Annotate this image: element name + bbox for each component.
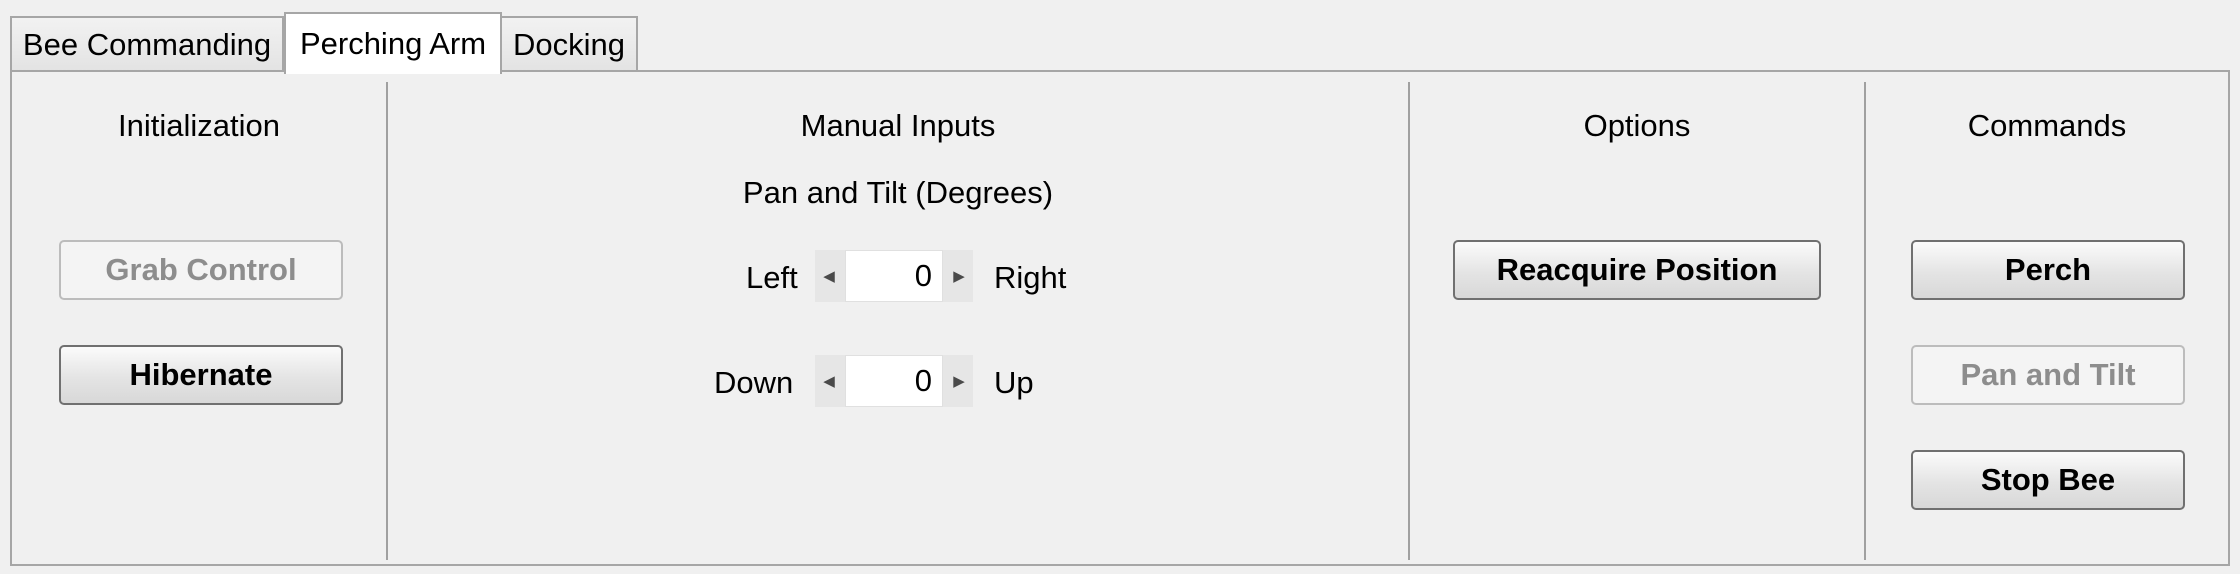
section-divider bbox=[1408, 82, 1410, 560]
pan-right-label: Right bbox=[994, 260, 1067, 295]
reacquire-position-button[interactable]: Reacquire Position bbox=[1453, 240, 1821, 300]
arrow-right-icon[interactable]: ▶ bbox=[945, 355, 973, 407]
tab-bee-commanding[interactable]: Bee Commanding bbox=[10, 16, 284, 71]
pan-and-tilt-button[interactable]: Pan and Tilt bbox=[1911, 345, 2185, 405]
arrow-left-icon[interactable]: ◀ bbox=[815, 250, 843, 302]
tilt-spinner: ◀ ▶ bbox=[815, 355, 973, 407]
initialization-title: Initialization bbox=[118, 108, 280, 143]
arrow-right-icon[interactable]: ▶ bbox=[945, 250, 973, 302]
tab-docking[interactable]: Docking bbox=[500, 16, 638, 71]
tilt-input[interactable] bbox=[845, 355, 943, 407]
hibernate-button[interactable]: Hibernate bbox=[59, 345, 343, 405]
perching-arm-window: Bee Commanding Perching Arm Docking Init… bbox=[0, 0, 2240, 574]
pan-input[interactable] bbox=[845, 250, 943, 302]
pan-tilt-degrees-label: Pan and Tilt (Degrees) bbox=[742, 175, 1054, 210]
perch-button[interactable]: Perch bbox=[1911, 240, 2185, 300]
tab-perching-arm[interactable]: Perching Arm bbox=[284, 12, 502, 74]
tilt-up-label: Up bbox=[994, 365, 1034, 400]
stop-bee-button[interactable]: Stop Bee bbox=[1911, 450, 2185, 510]
options-title: Options bbox=[1583, 108, 1691, 143]
manual-inputs-title: Manual Inputs bbox=[800, 108, 996, 143]
perching-arm-panel: Initialization Grab Control Hibernate Ma… bbox=[10, 70, 2230, 566]
grab-control-button[interactable]: Grab Control bbox=[59, 240, 343, 300]
tab-bar: Bee Commanding Perching Arm Docking bbox=[10, 10, 2230, 74]
arrow-left-icon[interactable]: ◀ bbox=[815, 355, 843, 407]
tilt-down-label: Down bbox=[714, 365, 794, 400]
pan-spinner: ◀ ▶ bbox=[815, 250, 973, 302]
section-divider bbox=[386, 82, 388, 560]
commands-title: Commands bbox=[1967, 108, 2127, 143]
pan-left-label: Left bbox=[746, 260, 798, 295]
section-divider bbox=[1864, 82, 1866, 560]
